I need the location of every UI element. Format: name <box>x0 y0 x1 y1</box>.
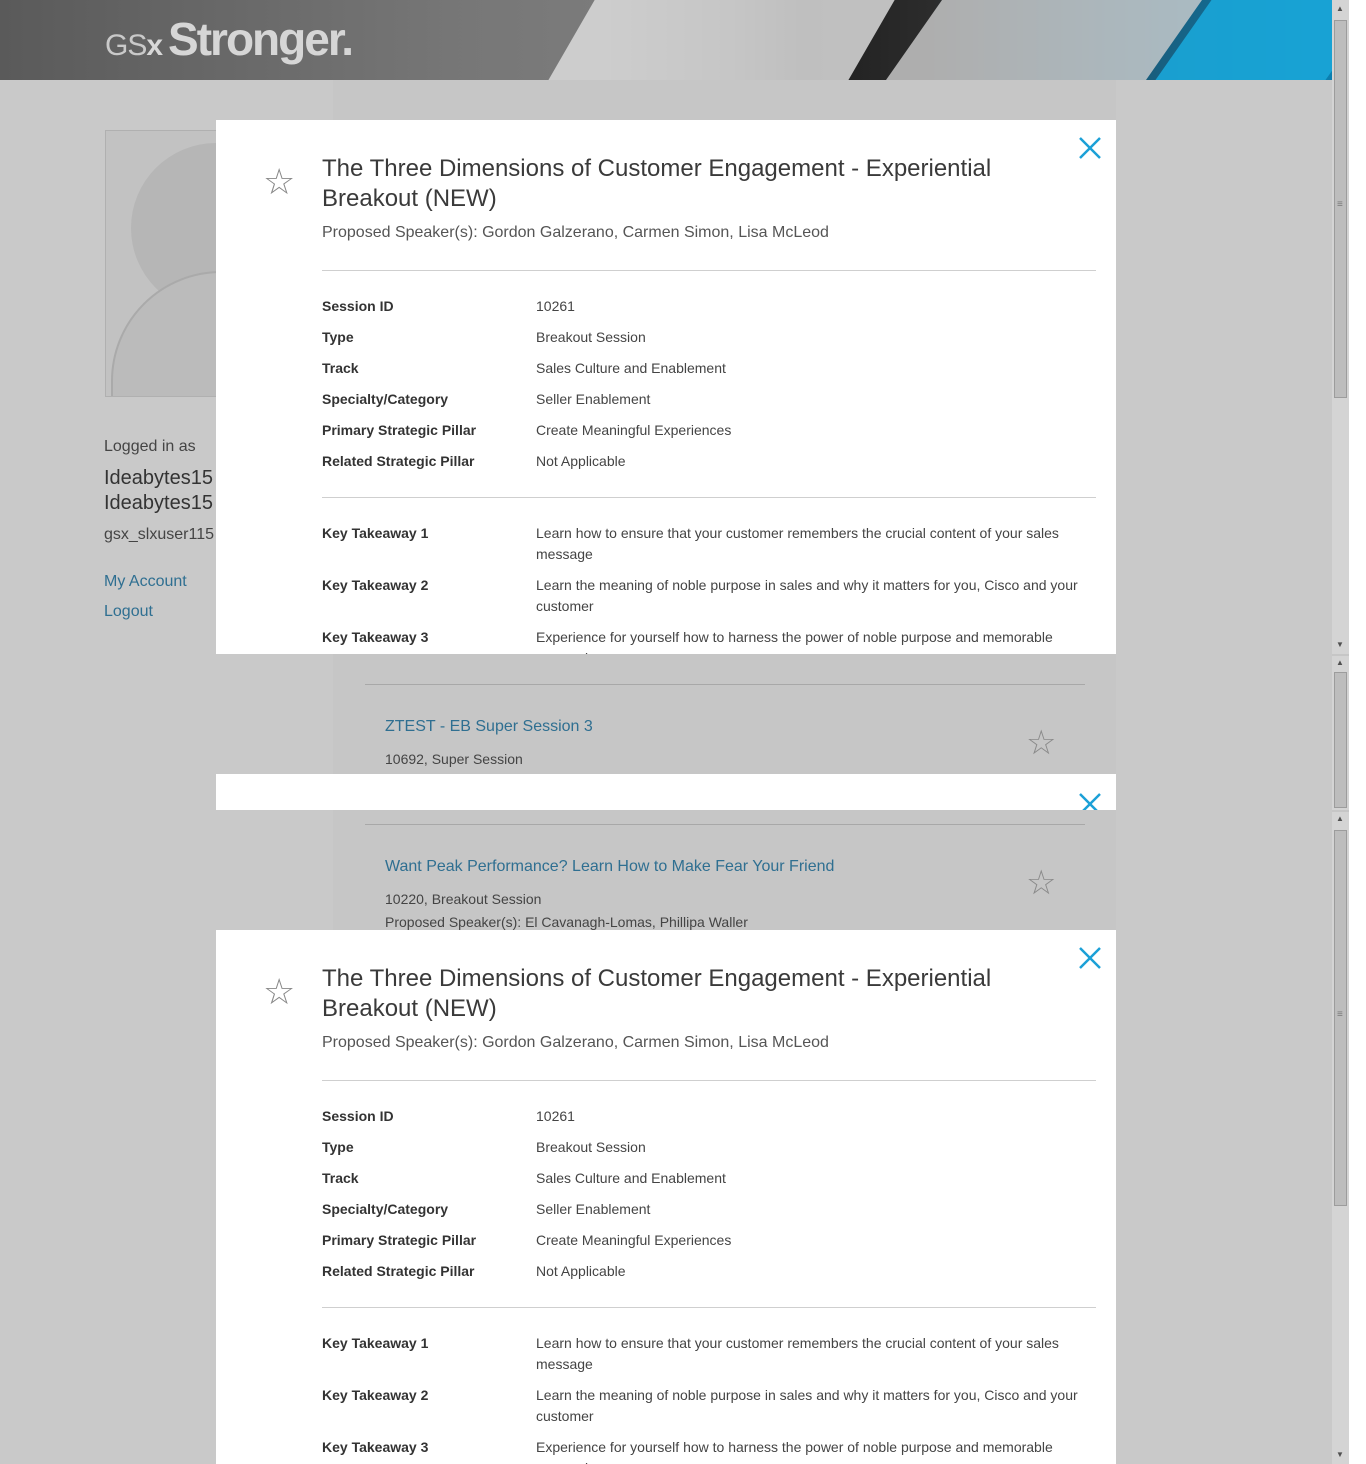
modal-speakers: Proposed Speaker(s): Gordon Galzerano, C… <box>322 224 829 241</box>
takeaway-label: Key Takeaway 2 <box>322 1387 429 1403</box>
field-value: Seller Enablement <box>536 391 651 407</box>
scrollbar-grip-icon: ≡ <box>1337 199 1343 210</box>
field-label: Type <box>322 1139 354 1155</box>
session-speakers: Proposed Speaker(s): El Cavanagh-Lomas, … <box>385 914 748 930</box>
field-value: Sales Culture and Enablement <box>536 360 726 376</box>
user-name-line: Ideabytes15 <box>104 467 213 489</box>
scroll-up-icon[interactable]: ▲ <box>1336 4 1344 13</box>
favorite-star-icon[interactable]: ☆ <box>1026 866 1056 900</box>
favorite-star-icon[interactable]: ☆ <box>263 974 295 1010</box>
field-value: Not Applicable <box>536 1263 626 1279</box>
session-detail-modal <box>216 774 1116 810</box>
takeaway-text: Experience for yourself how to harness t… <box>536 629 1053 654</box>
window-gutter <box>1349 0 1366 1464</box>
field-value: Create Meaningful Experiences <box>536 422 732 438</box>
takeaway-text: Learn the meaning of noble purpose in sa… <box>536 577 1078 614</box>
field-value: Seller Enablement <box>536 1201 651 1217</box>
modal-divider <box>322 270 1096 271</box>
takeaway-text: Learn the meaning of noble purpose in sa… <box>536 1387 1078 1424</box>
field-label: Specialty/Category <box>322 391 449 407</box>
scroll-down-icon[interactable]: ▼ <box>1336 640 1344 649</box>
page-header: GSx Stronger. <box>0 0 1332 80</box>
logo-word: Stronger. <box>168 13 354 65</box>
takeaway-text: Learn how to ensure that your customer r… <box>536 1335 1059 1372</box>
gsx-logo[interactable]: GSx Stronger. <box>105 12 354 66</box>
logo-prefix: GS <box>105 29 147 62</box>
field-value: 10261 <box>536 298 575 314</box>
takeaway-text: Experience for yourself how to harness t… <box>536 1439 1053 1464</box>
session-meta: 10692, Super Session <box>385 751 523 767</box>
favorite-star-icon[interactable]: ☆ <box>1026 726 1056 760</box>
logout-link[interactable]: Logout <box>104 603 153 621</box>
header-graphic <box>843 0 1217 80</box>
field-label: Session ID <box>322 298 394 314</box>
scrollbar-thumb[interactable] <box>1334 672 1347 808</box>
list-divider <box>365 824 1085 825</box>
field-label: Primary Strategic Pillar <box>322 1232 477 1248</box>
session-detail-modal: ☆ The Three Dimensions of Customer Engag… <box>216 120 1116 654</box>
modal-divider <box>322 1307 1096 1308</box>
close-icon[interactable] <box>1078 792 1102 810</box>
scroll-up-icon[interactable]: ▲ <box>1336 658 1344 667</box>
session-title-link[interactable]: ZTEST - EB Super Session 3 <box>385 718 593 736</box>
takeaway-text: Learn how to ensure that your customer r… <box>536 525 1059 562</box>
session-title-link[interactable]: Want Peak Performance? Learn How to Make… <box>385 858 834 876</box>
header-graphic <box>502 0 918 80</box>
my-account-link[interactable]: My Account <box>104 573 187 591</box>
takeaway-label: Key Takeaway 3 <box>322 629 429 645</box>
field-label: Primary Strategic Pillar <box>322 422 477 438</box>
takeaway-label: Key Takeaway 3 <box>322 1439 429 1455</box>
field-value: Breakout Session <box>536 329 646 345</box>
logged-in-label: Logged in as <box>104 438 196 455</box>
user-name: Ideabytes15 Ideabytes15 <box>104 466 213 516</box>
user-id: gsx_slxuser115 <box>104 526 214 543</box>
close-icon[interactable] <box>1078 136 1102 160</box>
field-label: Track <box>322 1170 359 1186</box>
modal-divider <box>322 497 1096 498</box>
scroll-up-icon[interactable]: ▲ <box>1336 814 1344 823</box>
right-margin <box>1116 80 1332 1464</box>
field-value: Create Meaningful Experiences <box>536 1232 732 1248</box>
field-label: Type <box>322 329 354 345</box>
favorite-star-icon[interactable]: ☆ <box>263 164 295 200</box>
close-icon[interactable] <box>1078 946 1102 970</box>
modal-title: The Three Dimensions of Customer Engagem… <box>322 155 992 212</box>
field-value: Breakout Session <box>536 1139 646 1155</box>
takeaway-label: Key Takeaway 1 <box>322 525 429 541</box>
logo-x: x <box>146 29 163 62</box>
scrollbar-grip-icon: ≡ <box>1337 1009 1343 1020</box>
modal-title: The Three Dimensions of Customer Engagem… <box>322 965 992 1022</box>
user-name-line: Ideabytes15 <box>104 492 213 514</box>
field-value: Not Applicable <box>536 453 626 469</box>
modal-divider <box>322 1080 1096 1081</box>
field-value: Sales Culture and Enablement <box>536 1170 726 1186</box>
modal-speakers: Proposed Speaker(s): Gordon Galzerano, C… <box>322 1034 829 1051</box>
takeaway-label: Key Takeaway 2 <box>322 577 429 593</box>
session-meta: 10220, Breakout Session <box>385 891 542 907</box>
field-label: Specialty/Category <box>322 1201 449 1217</box>
field-label: Related Strategic Pillar <box>322 453 475 469</box>
takeaway-label: Key Takeaway 1 <box>322 1335 429 1351</box>
field-label: Related Strategic Pillar <box>322 1263 475 1279</box>
session-detail-modal: ☆ The Three Dimensions of Customer Engag… <box>216 930 1116 1464</box>
field-value: 10261 <box>536 1108 575 1124</box>
field-label: Session ID <box>322 1108 394 1124</box>
scroll-down-icon[interactable]: ▼ <box>1336 1450 1344 1459</box>
list-divider <box>365 684 1085 685</box>
field-label: Track <box>322 360 359 376</box>
